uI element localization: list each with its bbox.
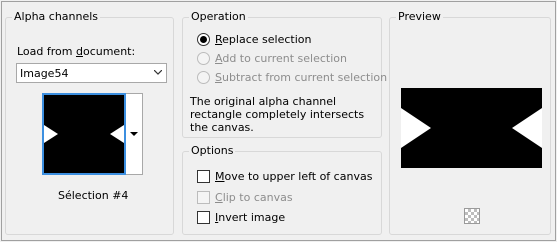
move-to-upper-left-label: Move to upper left of canvas — [215, 170, 372, 183]
load-label-suffix: ocument: — [82, 45, 136, 58]
radio-button[interactable] — [197, 71, 210, 84]
move-to-upper-left-checkbox[interactable]: Move to upper left of canvas — [197, 170, 372, 183]
load-label-prefix: Load from — [17, 45, 76, 58]
thumbnail-dropdown-button[interactable] — [126, 93, 143, 175]
option-text: lip to canvas — [222, 191, 293, 204]
option-text: nvert image — [218, 211, 286, 224]
preview-shape — [401, 88, 542, 168]
radio-button[interactable] — [197, 52, 210, 65]
selection-caption: Sélection #4 — [58, 189, 129, 202]
invert-image-label: Invert image — [215, 211, 285, 224]
thumbnail-shape — [44, 95, 124, 173]
clip-to-canvas-checkbox[interactable]: Clip to canvas — [197, 191, 293, 204]
load-from-document-label: Load from document: — [17, 45, 135, 58]
option-text: ubtract from current selection — [221, 71, 388, 84]
add-to-selection-label: Add to current selection — [215, 52, 347, 65]
clip-to-canvas-label: Clip to canvas — [215, 191, 293, 204]
checkbox[interactable] — [197, 170, 210, 183]
load-label-mnemonic: d — [75, 45, 83, 58]
document-select[interactable]: Image54 — [16, 63, 167, 83]
preview-image — [401, 88, 542, 168]
option-text: dd to current selection — [222, 52, 347, 65]
alpha-channel-thumbnail[interactable] — [42, 93, 126, 175]
checkbox[interactable] — [197, 191, 210, 204]
document-select-value: Image54 — [20, 67, 69, 80]
dropdown-arrow-icon — [130, 132, 138, 136]
option-text: eplace selection — [222, 33, 312, 46]
radio-button[interactable] — [197, 33, 210, 46]
checkbox[interactable] — [197, 211, 210, 224]
checkerboard-icon[interactable] — [464, 208, 480, 224]
mnemonic: M — [215, 170, 225, 183]
replace-selection-radio[interactable]: Replace selection — [197, 33, 311, 46]
operation-description: The original alpha channel rectangle com… — [190, 95, 365, 134]
subtract-from-selection-radio[interactable]: Subtract from current selection — [197, 71, 387, 84]
subtract-from-selection-label: Subtract from current selection — [215, 71, 387, 84]
invert-image-checkbox[interactable]: Invert image — [197, 211, 285, 224]
alpha-channels-title: Alpha channels — [12, 10, 101, 23]
chevron-down-icon — [154, 70, 162, 75]
options-title: Options — [189, 144, 236, 157]
operation-title: Operation — [189, 10, 248, 23]
add-to-selection-radio[interactable]: Add to current selection — [197, 52, 347, 65]
option-text: ove to upper left of canvas — [224, 170, 373, 183]
replace-selection-label: Replace selection — [215, 33, 311, 46]
preview-title: Preview — [396, 10, 443, 23]
mnemonic: S — [215, 71, 222, 84]
mnemonic: C — [215, 191, 223, 204]
